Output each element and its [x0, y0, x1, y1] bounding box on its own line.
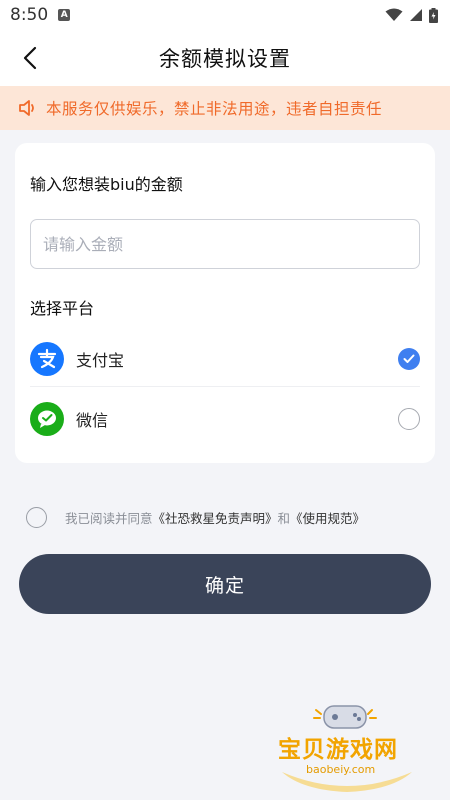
- status-time: 8:50: [10, 5, 49, 25]
- wechat-label: 微信: [76, 411, 109, 430]
- agreement-checkbox[interactable]: [26, 507, 47, 528]
- watermark-title: 宝贝游戏网: [278, 737, 398, 763]
- amount-input[interactable]: [30, 219, 420, 269]
- notification-a-icon: A: [58, 9, 71, 21]
- usage-rules-link[interactable]: 《使用规范》: [290, 511, 365, 526]
- settings-card: 输入您想装biu的金额 选择平台 支付宝 微信: [15, 143, 435, 463]
- disclaimer-link[interactable]: 《社恐救星免责声明》: [153, 511, 278, 526]
- notice-banner: 本服务仅供娱乐，禁止非法用途，违者自担责任: [0, 86, 450, 130]
- agreement-joiner: 和: [277, 511, 291, 526]
- wechat-glyph-icon: [38, 410, 56, 428]
- alipay-radio-selected[interactable]: [398, 347, 420, 370]
- nav-bar: 余额模拟设置: [0, 30, 450, 86]
- battery-icon: [429, 7, 438, 23]
- speaker-icon: [19, 100, 34, 116]
- alipay-icon: [30, 341, 64, 376]
- watermark-logo: 宝贝游戏网 baobeiy.com: [272, 700, 422, 792]
- wechat-icon: [30, 402, 64, 436]
- alipay-label: 支付宝: [76, 350, 125, 370]
- wifi-icon: [385, 8, 403, 21]
- check-icon: [403, 354, 415, 363]
- signal-icon: [410, 9, 422, 21]
- chevron-left-icon: [23, 46, 37, 70]
- platform-title: 选择平台: [30, 299, 95, 318]
- platform-option-wechat[interactable]: 微信: [30, 391, 420, 447]
- status-right: [385, 7, 438, 23]
- watermark-site: baobeiy.com: [306, 763, 376, 776]
- agreement-prefix: 我已阅读并同意: [65, 511, 153, 526]
- wechat-radio[interactable]: [398, 408, 420, 430]
- alipay-glyph-icon: [37, 348, 57, 368]
- status-bar: 8:50 A: [0, 0, 450, 30]
- amount-title: 输入您想装biu的金额: [30, 175, 183, 194]
- notice-text: 本服务仅供娱乐，禁止非法用途，违者自担责任: [46, 100, 383, 118]
- page-title: 余额模拟设置: [159, 47, 291, 71]
- agreement-row: 我已阅读并同意《社恐救星免责声明》和《使用规范》: [26, 507, 365, 528]
- confirm-button[interactable]: 确定: [19, 554, 431, 614]
- status-left: 8:50 A: [10, 5, 71, 25]
- agreement-text: 我已阅读并同意《社恐救星免责声明》和《使用规范》: [65, 508, 365, 527]
- platform-option-alipay[interactable]: 支付宝: [30, 331, 420, 387]
- back-button[interactable]: [14, 42, 46, 74]
